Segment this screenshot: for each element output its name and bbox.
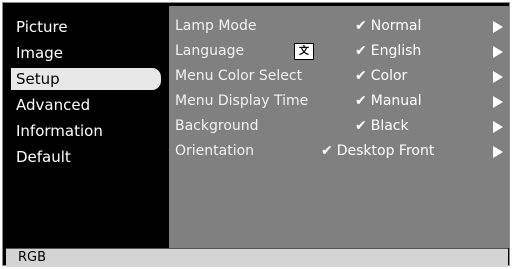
setting-label: Lamp Mode xyxy=(175,18,257,34)
arrow-right-icon[interactable] xyxy=(493,96,503,108)
check-icon: ✔ xyxy=(355,68,367,84)
setting-label: Language xyxy=(175,43,245,59)
arrow-right-icon[interactable] xyxy=(493,71,503,83)
sidebar-item-advanced[interactable]: Advanced xyxy=(11,94,161,116)
arrow-right-icon[interactable] xyxy=(493,121,503,133)
check-icon: ✔ xyxy=(355,118,367,134)
check-icon: ✔ xyxy=(355,18,367,34)
setting-row-language[interactable]: Language 文 ✔ English xyxy=(169,40,509,65)
sidebar-item-image[interactable]: Image xyxy=(11,42,161,64)
setting-value: ✔ Desktop Front xyxy=(321,143,435,159)
setting-value: ✔ English xyxy=(355,43,422,59)
sidebar-item-information[interactable]: Information xyxy=(11,120,161,142)
setting-label: Menu Color Select xyxy=(175,68,303,84)
input-source-label: RGB xyxy=(18,250,47,265)
check-icon: ✔ xyxy=(355,93,367,109)
setting-value: ✔ Manual xyxy=(355,93,422,109)
setting-row-orientation[interactable]: Orientation ✔ Desktop Front xyxy=(169,140,509,165)
arrow-right-icon[interactable] xyxy=(493,21,503,33)
check-icon: ✔ xyxy=(355,43,367,59)
setting-value: ✔ Color xyxy=(355,68,408,84)
setting-label: Menu Display Time xyxy=(175,93,309,109)
check-icon: ✔ xyxy=(321,143,333,159)
sidebar-item-default[interactable]: Default xyxy=(11,146,161,168)
menu-sidebar: Picture Image Setup Advanced Information… xyxy=(6,6,168,248)
setting-row-lamp-mode[interactable]: Lamp Mode ✔ Normal xyxy=(169,15,509,40)
setting-row-menu-display-time[interactable]: Menu Display Time ✔ Manual xyxy=(169,90,509,115)
sidebar-item-picture[interactable]: Picture xyxy=(11,16,161,38)
setting-label: Background xyxy=(175,118,259,134)
arrow-right-icon[interactable] xyxy=(493,146,503,158)
setting-label: Orientation xyxy=(175,143,255,159)
setup-settings-panel: Lamp Mode ✔ Normal Language 文 ✔ English Me… xyxy=(169,6,509,248)
arrow-right-icon[interactable] xyxy=(493,46,503,58)
setting-value: ✔ Normal xyxy=(355,18,422,34)
osd-menu-window: Picture Image Setup Advanced Information… xyxy=(2,2,510,267)
status-bar: RGB xyxy=(6,248,508,267)
setting-value: ✔ Black xyxy=(355,118,409,134)
setting-row-menu-color-select[interactable]: Menu Color Select ✔ Color xyxy=(169,65,509,90)
setting-row-background[interactable]: Background ✔ Black xyxy=(169,115,509,140)
language-icon: 文 xyxy=(294,43,314,60)
sidebar-item-setup[interactable]: Setup xyxy=(11,68,161,90)
